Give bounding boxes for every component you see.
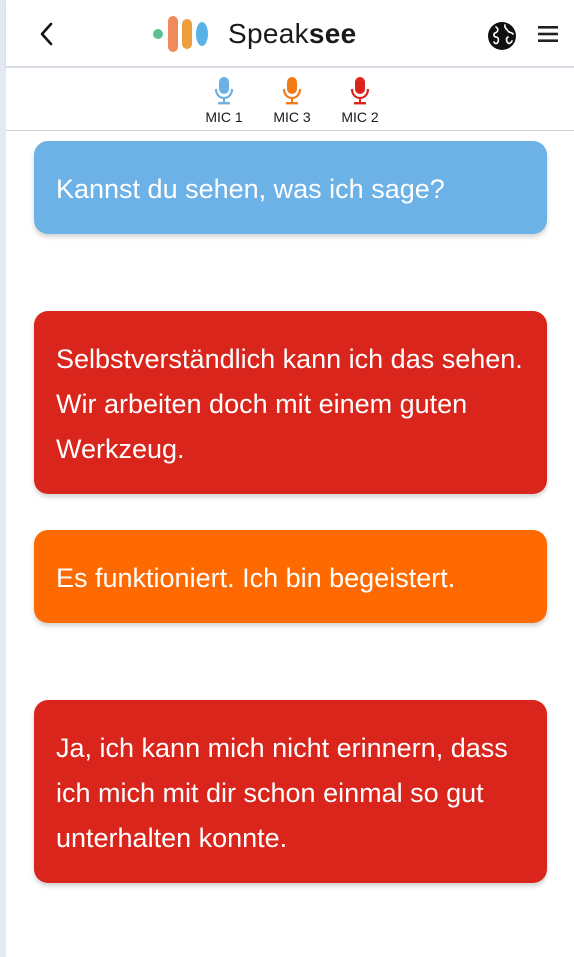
message-bubble: Selbstverständlich kann ich das sehen. W… (34, 311, 547, 494)
chevron-left-icon (40, 22, 53, 46)
language-button[interactable] (486, 20, 518, 52)
back-button[interactable] (28, 16, 64, 52)
mic-3-indicator[interactable]: MIC 3 (262, 76, 322, 125)
app-name-bold: see (308, 18, 357, 49)
mic-label: MIC 1 (205, 109, 243, 125)
app-header: Speaksee (6, 0, 574, 68)
mic-label: MIC 2 (341, 109, 379, 125)
app-name-light: Speak (228, 18, 309, 49)
speaksee-logo-mark (153, 16, 208, 52)
app-name: Speaksee (228, 18, 357, 50)
microphone-icon (350, 77, 370, 105)
mic-1-indicator[interactable]: MIC 1 (194, 76, 254, 125)
menu-button[interactable] (536, 22, 560, 46)
message-bubble: Es funktioniert. Ich bin begeis­tert. (34, 530, 547, 623)
globe-icon (488, 22, 516, 50)
microphone-icon (282, 77, 302, 105)
mic-label: MIC 3 (273, 109, 311, 125)
hamburger-menu-icon (538, 26, 558, 42)
microphone-icon (214, 77, 234, 105)
microphone-bar: MIC 1 MIC 3 MIC 2 (6, 68, 574, 131)
speaksee-logo: Speaksee (152, 14, 357, 54)
message-bubble: Ja, ich kann mich nicht erin­nern, dass … (34, 700, 547, 883)
mic-2-indicator[interactable]: MIC 2 (330, 76, 390, 125)
message-bubble: Kannst du sehen, was ich sage? (34, 141, 547, 234)
transcript-area[interactable]: Kannst du sehen, was ich sage? Selbstver… (6, 131, 574, 957)
